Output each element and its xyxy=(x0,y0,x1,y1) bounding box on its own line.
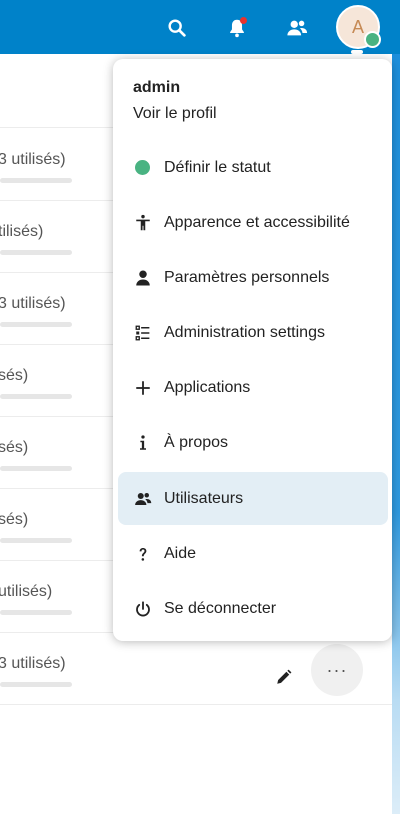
quota-text: tilisés) xyxy=(0,223,44,240)
quota-bar xyxy=(0,682,72,687)
search-icon xyxy=(168,19,186,37)
contacts-icon xyxy=(287,20,308,36)
info-icon xyxy=(139,434,146,450)
more-actions-button[interactable]: ··· xyxy=(311,644,363,696)
quota-text: 3 utilisés) xyxy=(0,151,66,168)
help-icon xyxy=(139,547,146,561)
menu-item-appearance[interactable]: Apparence et accessibilité xyxy=(118,196,388,249)
menu-item-logout[interactable]: Se déconnecter xyxy=(118,582,388,635)
menu-header: admin Voir le profil xyxy=(133,79,217,123)
quota-text: sés) xyxy=(0,439,29,456)
menu-item-label: Paramètres personnels xyxy=(164,268,330,286)
person-icon xyxy=(135,270,150,285)
notifications-button[interactable] xyxy=(217,8,257,48)
background-strip xyxy=(392,60,400,814)
menu-item-help[interactable]: Aide xyxy=(118,527,388,580)
menu-item-personal-settings[interactable]: Paramètres personnels xyxy=(118,251,388,304)
menu-item-users[interactable]: Utilisateurs xyxy=(118,472,388,525)
menu-item-label: Apparence et accessibilité xyxy=(164,213,350,231)
plus-icon xyxy=(135,380,150,395)
menu-item-label: Administration settings xyxy=(164,323,325,341)
avatar-initial: A xyxy=(351,16,364,37)
ellipsis-icon: ··· xyxy=(326,659,348,680)
contacts-button[interactable] xyxy=(277,8,317,48)
menu-item-applications[interactable]: Applications xyxy=(118,361,388,414)
list-settings-icon xyxy=(135,325,149,340)
quota-bar xyxy=(0,610,72,615)
search-button[interactable] xyxy=(157,8,197,48)
menu-item-admin-settings[interactable]: Administration settings xyxy=(118,306,388,359)
notification-badge xyxy=(240,17,247,24)
quota-bar xyxy=(0,250,72,255)
quota-text: utilisés) xyxy=(0,583,53,600)
power-icon xyxy=(135,600,150,616)
quota-text: sés) xyxy=(0,511,29,528)
online-status-dot xyxy=(364,31,381,48)
quota-text: 3 utilisés) xyxy=(0,655,66,672)
menu-item-set-status[interactable]: Définir le statut xyxy=(118,141,388,194)
accessibility-icon xyxy=(135,214,150,230)
status-dot-icon xyxy=(135,160,150,175)
users-icon xyxy=(134,492,151,505)
view-profile-link[interactable]: Voir le profil xyxy=(133,105,217,123)
pencil-icon xyxy=(277,669,292,684)
quota-text: sés) xyxy=(0,367,29,384)
menu-username: admin xyxy=(133,79,181,96)
menu-item-label: Aide xyxy=(164,544,197,562)
menu-item-label: Se déconnecter xyxy=(164,599,277,617)
quota-bar xyxy=(0,466,72,471)
quota-bar xyxy=(0,178,72,183)
menu-item-label: À propos xyxy=(164,433,229,451)
top-header: A xyxy=(0,0,400,54)
menu-item-label: Définir le statut xyxy=(164,158,271,176)
quota-text: 3 utilisés) xyxy=(0,295,66,312)
edit-button[interactable] xyxy=(270,663,298,691)
menu-item-label: Utilisateurs xyxy=(164,489,244,507)
quota-bar xyxy=(0,538,72,543)
menu-item-label: Applications xyxy=(164,378,251,396)
user-menu: admin Voir le profil Définir le statut A… xyxy=(113,59,392,641)
quota-bar xyxy=(0,394,72,399)
table-row[interactable]: 3 utilisés) ··· xyxy=(0,633,392,705)
quota-bar xyxy=(0,322,72,327)
menu-item-about[interactable]: À propos xyxy=(118,416,388,469)
